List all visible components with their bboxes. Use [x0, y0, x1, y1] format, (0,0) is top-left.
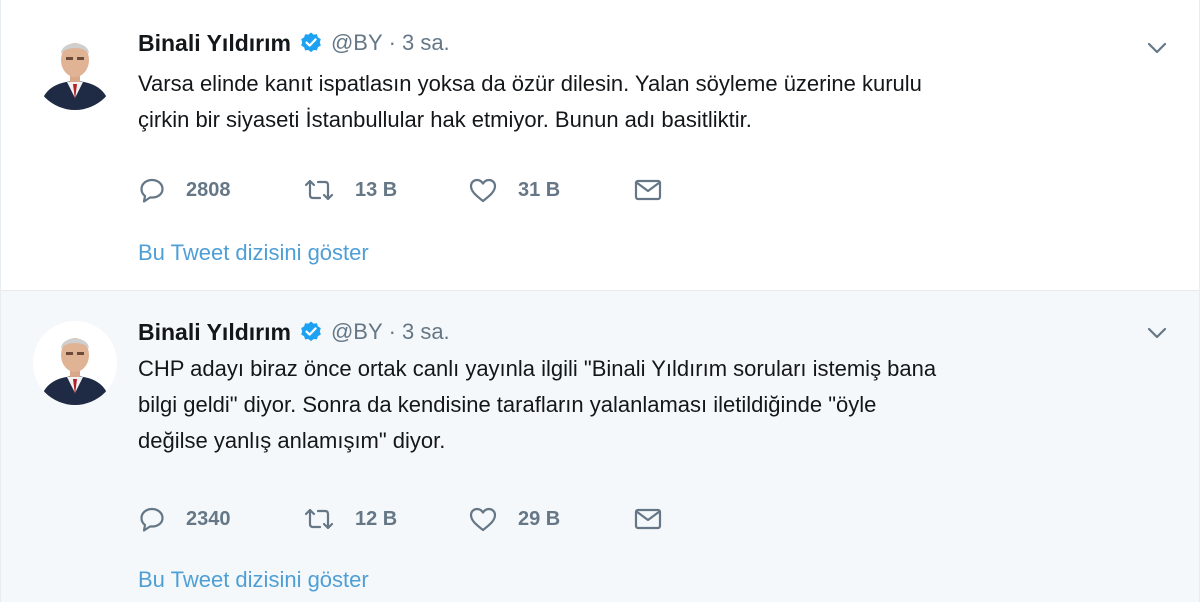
- reply-count: 2340: [186, 507, 231, 530]
- like-count: 29 B: [518, 507, 561, 530]
- reply-icon: [138, 176, 166, 204]
- separator-dot: ·: [388, 30, 396, 55]
- envelope-icon: [633, 177, 663, 203]
- retweet-count: 13 B: [355, 178, 398, 201]
- tweet[interactable]: Binali Yıldırım @BY · 3 sa. CHP adayı bi…: [1, 290, 1199, 602]
- chevron-down-icon[interactable]: [1145, 321, 1169, 345]
- avatar[interactable]: [33, 26, 117, 110]
- timestamp[interactable]: 3 sa.: [402, 30, 450, 56]
- timestamp[interactable]: 3 sa.: [402, 319, 450, 345]
- show-thread-link[interactable]: Bu Tweet dizisini göster: [138, 240, 369, 266]
- verified-badge-icon: [299, 31, 323, 55]
- author-name[interactable]: Binali Yıldırım: [138, 30, 291, 57]
- direct-message-button[interactable]: [633, 177, 663, 203]
- retweet-count: 12 B: [355, 507, 398, 530]
- separator-dot: ·: [388, 319, 396, 344]
- retweet-icon: [303, 176, 335, 204]
- tweet-text: Varsa elinde kanıt ispatlasın yoksa da ö…: [138, 66, 1158, 138]
- tweet-actions: 2340 12 B 29 B: [138, 504, 663, 534]
- author-name[interactable]: Binali Yıldırım: [138, 319, 291, 346]
- tweet-text: CHP adayı biraz önce ortak canlı yayınla…: [138, 351, 1158, 459]
- avatar[interactable]: [33, 321, 117, 405]
- reply-button[interactable]: 2808: [138, 176, 303, 204]
- chevron-down-icon[interactable]: [1145, 36, 1169, 60]
- author-handle[interactable]: @BY: [331, 319, 383, 345]
- tweet-header: Binali Yıldırım @BY · 3 sa.: [138, 28, 450, 58]
- reply-button[interactable]: 2340: [138, 505, 303, 533]
- heart-icon: [468, 176, 498, 204]
- reply-count: 2808: [186, 178, 231, 201]
- envelope-icon: [633, 506, 663, 532]
- reply-icon: [138, 505, 166, 533]
- like-button[interactable]: 29 B: [468, 505, 633, 533]
- retweet-button[interactable]: 12 B: [303, 505, 468, 533]
- tweet-text-line: bilgi geldi" diyor. Sonra da kendisine t…: [138, 392, 877, 417]
- like-button[interactable]: 31 B: [468, 176, 633, 204]
- retweet-icon: [303, 505, 335, 533]
- author-handle[interactable]: @BY: [331, 30, 383, 56]
- tweet-actions: 2808 13 B 31 B: [138, 175, 663, 205]
- tweet-text-line: Varsa elinde kanıt ispatlasın yoksa da ö…: [138, 71, 922, 96]
- tweet-text-line: CHP adayı biraz önce ortak canlı yayınla…: [138, 356, 937, 381]
- direct-message-button[interactable]: [633, 506, 663, 532]
- show-thread-link[interactable]: Bu Tweet dizisini göster: [138, 567, 369, 593]
- tweet-text-line: çirkin bir siyaseti İstanbullular hak et…: [138, 107, 752, 132]
- retweet-button[interactable]: 13 B: [303, 176, 468, 204]
- like-count: 31 B: [518, 178, 561, 201]
- timeline: Binali Yıldırım @BY · 3 sa. Varsa elinde…: [0, 0, 1200, 602]
- verified-badge-icon: [299, 320, 323, 344]
- tweet-text-line: değilse yanlış anlamışım" diyor.: [138, 428, 446, 453]
- tweet[interactable]: Binali Yıldırım @BY · 3 sa. Varsa elinde…: [1, 0, 1199, 290]
- tweet-header: Binali Yıldırım @BY · 3 sa.: [138, 317, 450, 347]
- heart-icon: [468, 505, 498, 533]
